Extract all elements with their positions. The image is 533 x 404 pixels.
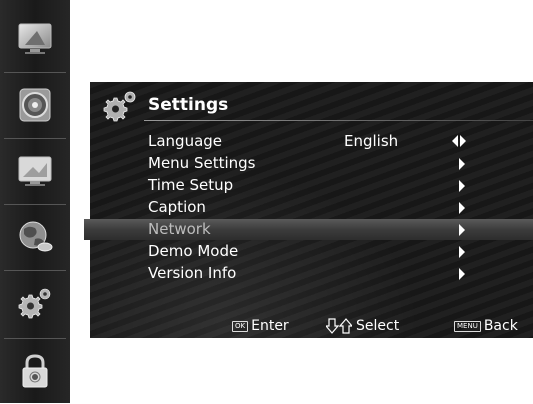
sidebar-item-sound[interactable] <box>0 72 70 138</box>
menu-item-label: Time Setup <box>148 176 234 194</box>
menu-item-language[interactable]: Language English <box>90 131 533 152</box>
channel-icon <box>18 156 52 186</box>
sidebar-item-lock[interactable] <box>0 338 70 404</box>
sound-icon <box>19 88 51 122</box>
sidebar <box>0 0 70 403</box>
right-arrow-icon <box>459 202 465 214</box>
menu-item-network[interactable]: Network <box>84 219 533 240</box>
menu-item-label: Language <box>148 132 223 150</box>
help-back: MENU Back <box>454 317 518 335</box>
language-value: English <box>344 132 399 150</box>
right-arrow-icon <box>459 158 465 170</box>
lock-icon <box>22 354 48 388</box>
network-globe-icon <box>19 221 53 252</box>
menu-item-demo-mode[interactable]: Demo Mode <box>90 241 533 262</box>
settings-menu-panel: Settings Language English Menu Settings … <box>84 82 533 338</box>
help-select-label: Select <box>356 318 400 334</box>
menu-item-label: Demo Mode <box>148 242 239 260</box>
menu-item-version-info[interactable]: Version Info <box>90 263 533 284</box>
settings-gear-icon <box>18 288 51 319</box>
left-right-arrow-icon[interactable] <box>452 135 466 147</box>
sidebar-item-picture[interactable] <box>0 6 70 72</box>
menu-item-label: Network <box>148 220 211 238</box>
settings-gear-icon <box>103 91 136 122</box>
sidebar-item-settings[interactable] <box>0 272 70 338</box>
help-enter-label: Enter <box>251 318 289 334</box>
title-divider <box>144 120 533 121</box>
menu-item-label: Menu Settings <box>148 154 256 172</box>
page-title: Settings <box>148 95 229 115</box>
right-arrow-icon <box>459 246 465 258</box>
picture-icon <box>18 23 52 54</box>
up-down-arrow-icon <box>326 318 352 334</box>
right-arrow-icon <box>459 224 465 236</box>
sidebar-item-network[interactable] <box>0 204 70 270</box>
menu-item-caption[interactable]: Caption <box>90 197 533 218</box>
menu-item-menu-settings[interactable]: Menu Settings <box>90 153 533 174</box>
right-arrow-icon <box>459 180 465 192</box>
menu-item-time-setup[interactable]: Time Setup <box>90 175 533 196</box>
menu-item-label: Version Info <box>148 264 237 282</box>
right-arrow-icon <box>459 268 465 280</box>
menu-item-label: Caption <box>148 198 206 216</box>
help-back-label: Back <box>483 318 518 334</box>
help-select: Select <box>326 317 399 335</box>
ok-key-icon: OK <box>232 320 249 332</box>
help-enter: OK Enter <box>232 317 289 335</box>
menu-key-icon: MENU <box>454 320 481 332</box>
sidebar-item-channel[interactable] <box>0 138 70 204</box>
